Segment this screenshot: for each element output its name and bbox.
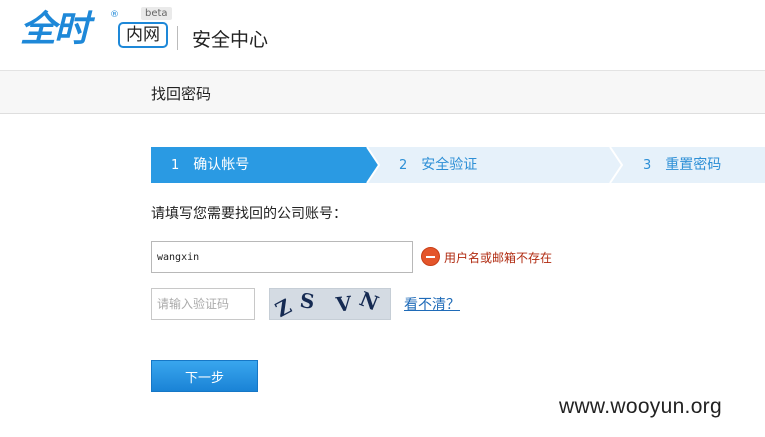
next-button[interactable]: 下一步 [151,360,258,392]
step-2-label: 安全验证 [421,157,478,173]
step-1: 1 确认帐号 [171,155,249,176]
error-icon [421,247,440,266]
step-3-label: 重置密码 [665,157,722,173]
progress-steps: 1 确认帐号 2 安全验证 3 重置密码 [151,147,765,183]
header-divider [177,26,178,50]
captcha-char: S [298,288,317,314]
step-2: 2 安全验证 [399,155,477,176]
error-text: 用户名或邮箱不存在 [444,251,553,265]
account-input[interactable] [151,241,413,273]
captcha-char: N [356,288,383,316]
captcha-image[interactable]: Z S V N [269,288,391,320]
registered-mark: ® [110,10,119,20]
step-1-number: 1 [171,158,180,173]
captcha-char: Z [271,293,296,320]
beta-badge: beta [141,7,172,20]
step-3-number: 3 [643,158,652,173]
site-title: 安全中心 [192,29,269,51]
intranet-badge: 内网 [118,22,168,48]
page-title-bar: 找回密码 [0,70,765,114]
company-logo: 全时 ® [20,8,119,52]
header: 全时 ® 内网 beta 安全中心 [0,0,765,70]
logo-text: 全时 [20,9,90,50]
account-prompt: 请填写您需要找回的公司账号： [151,206,347,222]
watermark: www.wooyun.org [559,395,722,418]
captcha-input[interactable] [151,288,255,320]
step-2-number: 2 [399,158,408,173]
step-3: 3 重置密码 [643,155,721,176]
captcha-char: V [334,291,353,317]
page: 全时 ® 内网 beta 安全中心 找回密码 1 确认帐号 2 安全验证 3 重置密码… [0,0,765,437]
refresh-captcha-link[interactable]: 看不清？ [404,294,460,314]
step-1-label: 确认帐号 [193,157,250,173]
page-title: 找回密码 [151,85,212,103]
